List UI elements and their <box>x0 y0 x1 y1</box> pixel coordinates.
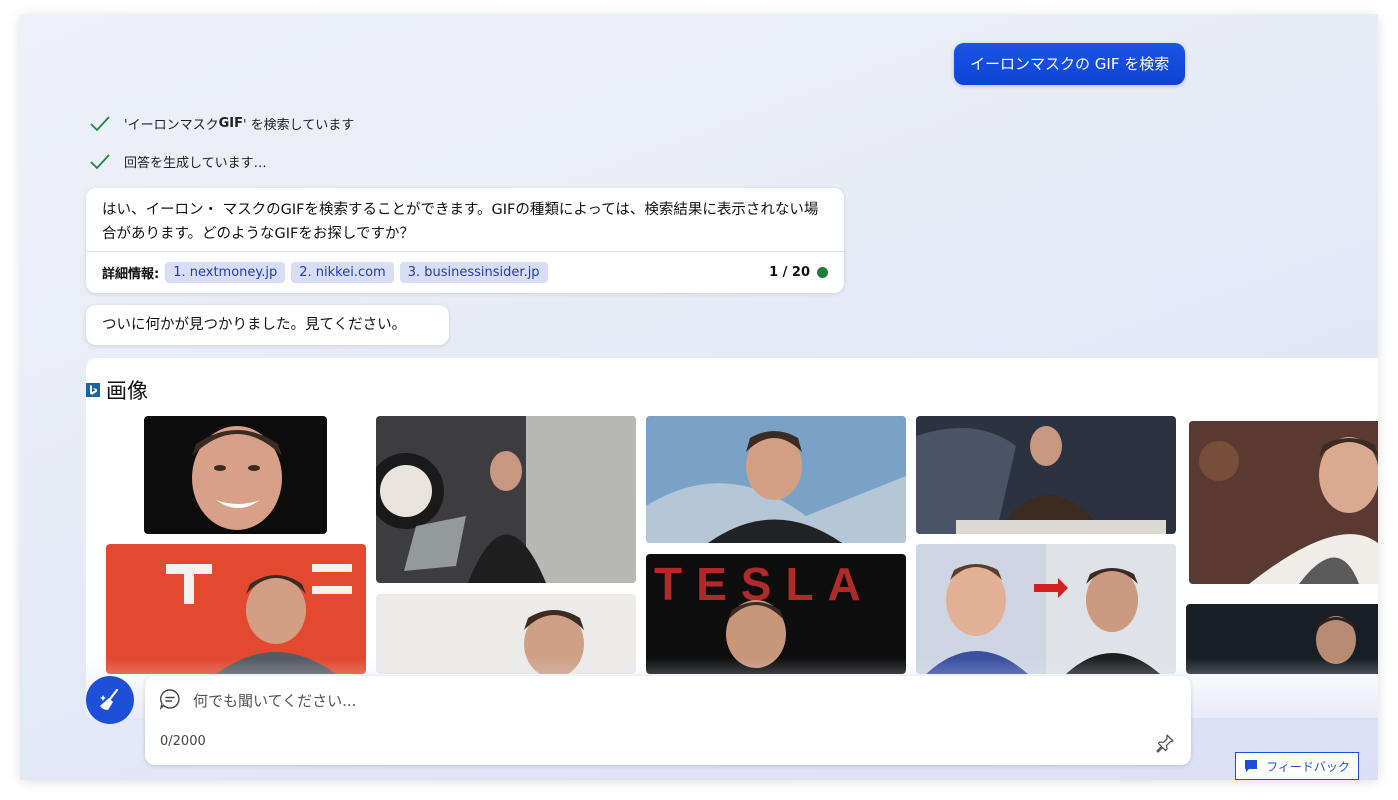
found-message-card: ついに何かが見つかりました。見てください。 <box>86 305 449 345</box>
feedback-label: フィードバック <box>1266 759 1350 774</box>
progress-text-post: ' を検索しています <box>242 117 355 133</box>
chat-bubble-icon <box>159 689 180 710</box>
citation-link-3[interactable]: 3. businessinsider.jp <box>399 262 548 283</box>
image-thumbnail-8[interactable] <box>916 544 1176 674</box>
image-thumbnail-7[interactable] <box>916 416 1176 534</box>
progress-text-bold: GIF <box>218 115 243 131</box>
feedback-icon <box>1245 760 1258 772</box>
citation-link-2[interactable]: 2. nikkei.com <box>291 262 394 283</box>
answer-text: はい、イーロン・ マスクのGIFを検索することができます。GIFの種類によっては… <box>102 202 819 242</box>
check-icon <box>90 154 110 170</box>
image-thumbnail-3[interactable] <box>376 416 636 583</box>
new-topic-broom-button[interactable] <box>86 676 134 724</box>
pin-icon[interactable] <box>1155 733 1175 753</box>
chat-window: イーロンマスクの GIF を検索 'イーロンマスク GIF ' を検索しています … <box>20 14 1378 780</box>
chat-input-box[interactable]: 何でも聞いてください... 0/2000 <box>145 676 1191 765</box>
images-title: 画像 <box>106 379 148 403</box>
char-counter: 0/2000 <box>160 734 206 749</box>
check-icon <box>90 116 110 132</box>
answer-card: はい、イーロン・ マスクのGIFを検索することができます。GIFの種類によっては… <box>86 188 844 293</box>
citation-link-1[interactable]: 1. nextmoney.jp <box>165 262 286 283</box>
turn-counter: 1 / 20 <box>769 265 828 280</box>
bing-logo-icon <box>86 383 100 397</box>
progress-text: 回答を生成しています… <box>124 155 267 171</box>
details-label: 詳細情報: <box>102 267 160 282</box>
progress-step-search: 'イーロンマスク GIF ' を検索しています <box>88 111 354 135</box>
progress-step-generate: 回答を生成しています… <box>88 149 267 173</box>
images-header: 画像 <box>86 378 148 403</box>
chat-input-placeholder[interactable]: 何でも聞いてください... <box>193 690 356 711</box>
progress-text-pre: 'イーロンマスク <box>124 117 219 133</box>
images-panel: 画像 TESLA <box>86 358 1378 718</box>
user-message-bubble: イーロンマスクの GIF を検索 <box>954 43 1186 85</box>
answer-footer: 詳細情報: 1. nextmoney.jp 2. nikkei.com 3. b… <box>86 251 844 293</box>
broom-icon <box>100 688 119 710</box>
image-thumbnail-5[interactable] <box>646 416 906 543</box>
turn-counter-text: 1 / 20 <box>769 265 810 280</box>
image-thumbnail-9[interactable] <box>1189 421 1378 584</box>
feedback-button[interactable]: フィードバック <box>1235 752 1359 780</box>
status-dot-icon <box>817 267 828 278</box>
image-thumbnail-6[interactable]: TESLA <box>646 554 906 674</box>
image-thumbnail-1[interactable] <box>144 416 327 534</box>
image-thumbnail-2[interactable] <box>106 544 366 674</box>
